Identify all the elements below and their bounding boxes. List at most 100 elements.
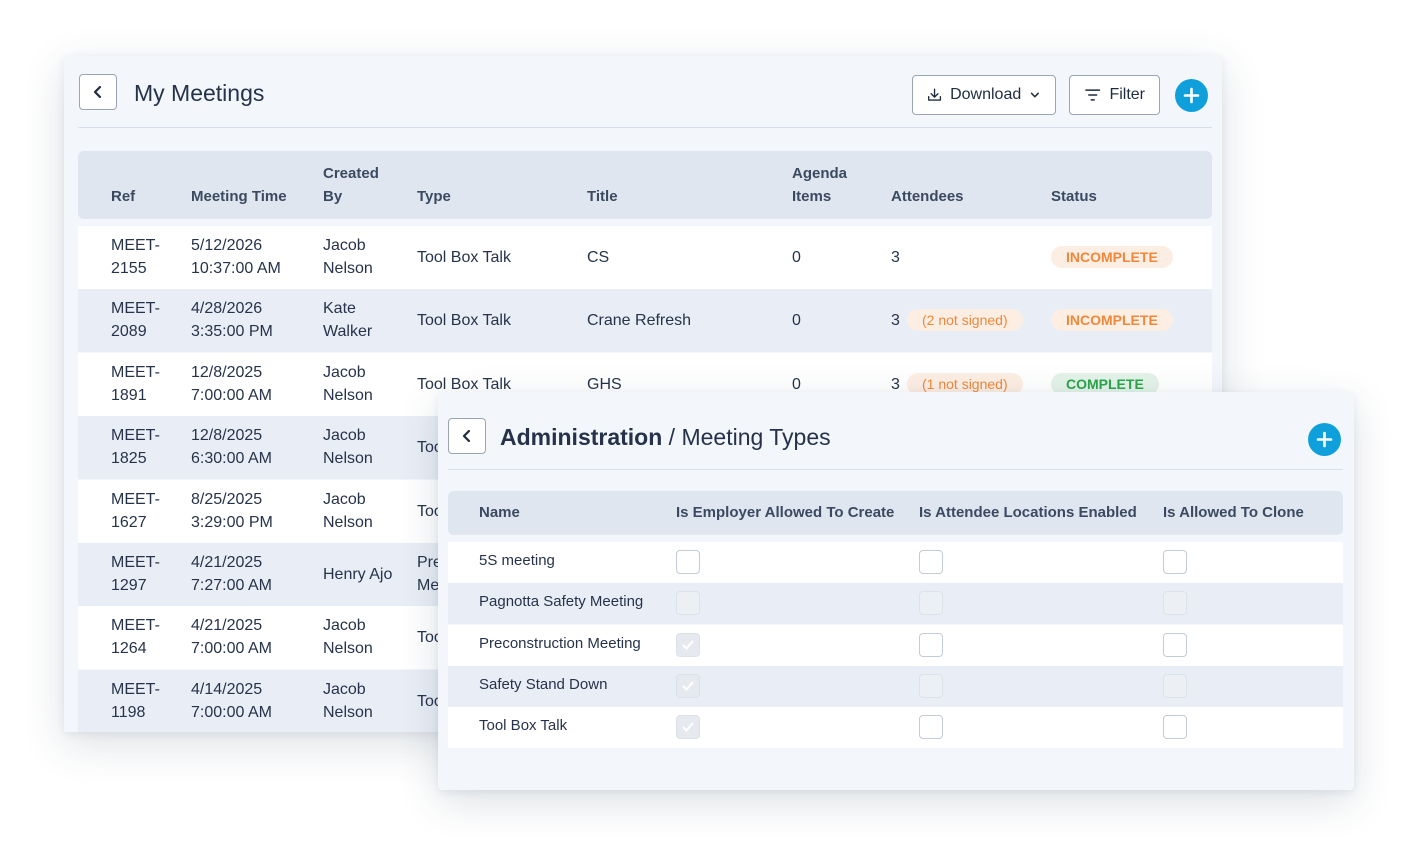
meeting-time-cell: 12/8/2025 7:00:00 AM xyxy=(191,361,272,407)
check-icon xyxy=(681,638,695,652)
title-cell: Crane Refresh xyxy=(587,312,692,330)
table-row[interactable]: Safety Stand Down xyxy=(448,665,1343,707)
title-cell: CS xyxy=(587,249,610,266)
allowed-to-clone-checkbox[interactable] xyxy=(1163,715,1187,740)
plus-icon xyxy=(1183,87,1200,104)
ref-cell: MEET-1825 xyxy=(111,427,160,468)
table-row[interactable]: MEET-2089 4/28/2026 3:35:00 PM Kate Walker T… xyxy=(78,289,1212,353)
allowed-to-clone-checkbox[interactable] xyxy=(1163,632,1187,657)
created-by-cell: Jacob Nelson xyxy=(323,363,373,404)
page-title: My Meetings xyxy=(134,80,265,106)
table-row[interactable]: Pagnotta Safety Meeting xyxy=(448,583,1343,625)
filter-label: Filter xyxy=(1109,86,1145,103)
employer-allowed-checkbox[interactable] xyxy=(676,632,700,657)
breadcrumb: Administration / Meeting Types xyxy=(500,424,831,451)
not-signed-badge: (2 not signed) xyxy=(907,309,1023,332)
created-by-cell: Jacob Nelson xyxy=(323,617,373,658)
meeting-date: 4/14/2025 xyxy=(191,680,263,698)
meeting-type-name: 5S meeting xyxy=(479,552,555,569)
col-ref[interactable]: Ref xyxy=(111,185,135,208)
col-agenda-items[interactable]: Agenda Items xyxy=(792,162,862,208)
meeting-clock-time: 3:29:00 PM xyxy=(191,513,273,531)
meeting-clock-time: 7:00:00 AM xyxy=(191,386,272,404)
breadcrumb-separator: / xyxy=(668,424,676,450)
meeting-type-name: Preconstruction Meeting xyxy=(479,634,641,652)
col-meeting-time[interactable]: Meeting Time xyxy=(191,185,287,208)
employer-allowed-checkbox[interactable] xyxy=(676,715,700,740)
back-button[interactable] xyxy=(79,74,117,110)
employer-allowed-checkbox xyxy=(676,673,700,698)
attendee-locations-checkbox xyxy=(919,673,943,698)
meeting-type-name: Safety Stand Down xyxy=(479,675,608,693)
col-name[interactable]: Name xyxy=(479,504,520,521)
col-title[interactable]: Title xyxy=(587,185,618,208)
meeting-date: 4/21/2025 xyxy=(191,617,263,635)
allowed-to-clone-checkbox[interactable] xyxy=(1163,550,1187,574)
table-row[interactable]: Tool Box Talk xyxy=(448,707,1343,749)
add-meeting-type-button[interactable] xyxy=(1308,423,1341,456)
meeting-clock-time: 7:27:00 AM xyxy=(191,577,272,594)
col-created-by[interactable]: Created By xyxy=(323,162,393,208)
meeting-time-cell: 4/28/2026 3:35:00 PM xyxy=(191,297,273,343)
meeting-clock-time: 7:00:00 AM xyxy=(191,640,272,658)
col-attendee-locations[interactable]: Is Attendee Locations Enabled xyxy=(919,504,1137,521)
header-divider xyxy=(78,127,1212,128)
meeting-clock-time: 10:37:00 AM xyxy=(191,260,281,277)
status-badge: INCOMPLETE xyxy=(1051,246,1173,268)
attendees-cell: 3 xyxy=(891,249,900,266)
meeting-clock-time: 6:30:00 AM xyxy=(191,450,272,468)
meeting-type-name: Pagnotta Safety Meeting xyxy=(479,593,644,611)
download-button[interactable]: Download xyxy=(912,75,1056,115)
download-icon xyxy=(928,88,942,101)
meeting-time-cell: 5/12/2026 10:37:00 AM xyxy=(191,234,281,280)
ref-cell: MEET-1198 xyxy=(111,680,160,721)
meeting-date: 4/28/2026 xyxy=(191,300,263,318)
meeting-clock-time: 3:35:00 PM xyxy=(191,323,273,341)
table-row[interactable]: MEET-2155 5/12/2026 10:37:00 AM Jacob Nelso… xyxy=(78,226,1212,289)
type-cell: Tool Box Talk xyxy=(417,312,511,330)
col-allowed-to-clone[interactable]: Is Allowed To Clone xyxy=(1163,504,1304,521)
header-divider xyxy=(448,469,1343,470)
meeting-date: 4/21/2025 xyxy=(191,554,263,571)
back-button[interactable] xyxy=(448,418,486,454)
attendee-locations-checkbox xyxy=(919,591,943,616)
ref-cell: MEET-1297 xyxy=(111,554,160,594)
add-meeting-button[interactable] xyxy=(1175,79,1208,112)
agenda-items-cell: 0 xyxy=(792,312,801,330)
download-label: Download xyxy=(950,86,1022,103)
employer-allowed-checkbox xyxy=(676,591,700,616)
col-employer-allowed[interactable]: Is Employer Allowed To Create xyxy=(676,504,894,521)
table-row[interactable]: 5S meeting xyxy=(448,542,1343,583)
attendee-locations-checkbox[interactable] xyxy=(919,715,943,740)
plus-icon xyxy=(1316,431,1333,448)
type-cell: Tool Box Talk xyxy=(417,249,511,266)
meeting-types-panel: Administration / Meeting Types Name Is E… xyxy=(438,392,1354,790)
ref-cell: MEET-1891 xyxy=(111,363,160,404)
created-by-cell: Jacob Nelson xyxy=(323,427,373,468)
meeting-date: 12/8/2025 xyxy=(191,427,263,445)
created-by-cell: Kate Walker xyxy=(323,300,373,341)
meeting-time-cell: 4/21/2025 7:27:00 AM xyxy=(191,551,272,597)
allowed-to-clone-checkbox xyxy=(1163,673,1187,698)
meeting-time-cell: 8/25/2025 3:29:00 PM xyxy=(191,488,273,534)
ref-cell: MEET-2089 xyxy=(111,300,160,341)
check-icon xyxy=(681,720,695,734)
status-badge: INCOMPLETE xyxy=(1051,309,1173,332)
attendees-cell: 3 xyxy=(891,312,900,330)
col-attendees[interactable]: Attendees xyxy=(891,185,964,208)
chevron-left-icon xyxy=(462,429,471,443)
employer-allowed-checkbox[interactable] xyxy=(676,550,700,574)
col-status[interactable]: Status xyxy=(1051,185,1097,208)
meeting-clock-time: 7:00:00 AM xyxy=(191,703,272,721)
meeting-type-name: Tool Box Talk xyxy=(479,717,568,735)
attendee-locations-checkbox[interactable] xyxy=(919,632,943,657)
col-type[interactable]: Type xyxy=(417,185,451,208)
ref-cell: MEET-2155 xyxy=(111,237,160,277)
filter-button[interactable]: Filter xyxy=(1069,75,1160,115)
attendee-locations-checkbox[interactable] xyxy=(919,550,943,574)
check-icon xyxy=(681,679,695,693)
meeting-types-table-header: Name Is Employer Allowed To Create Is At… xyxy=(448,491,1343,535)
breadcrumb-parent[interactable]: Administration xyxy=(500,424,662,450)
meetings-table-header: Ref Meeting Time Created By Type Title A… xyxy=(78,151,1212,219)
table-row[interactable]: Preconstruction Meeting xyxy=(448,624,1343,666)
